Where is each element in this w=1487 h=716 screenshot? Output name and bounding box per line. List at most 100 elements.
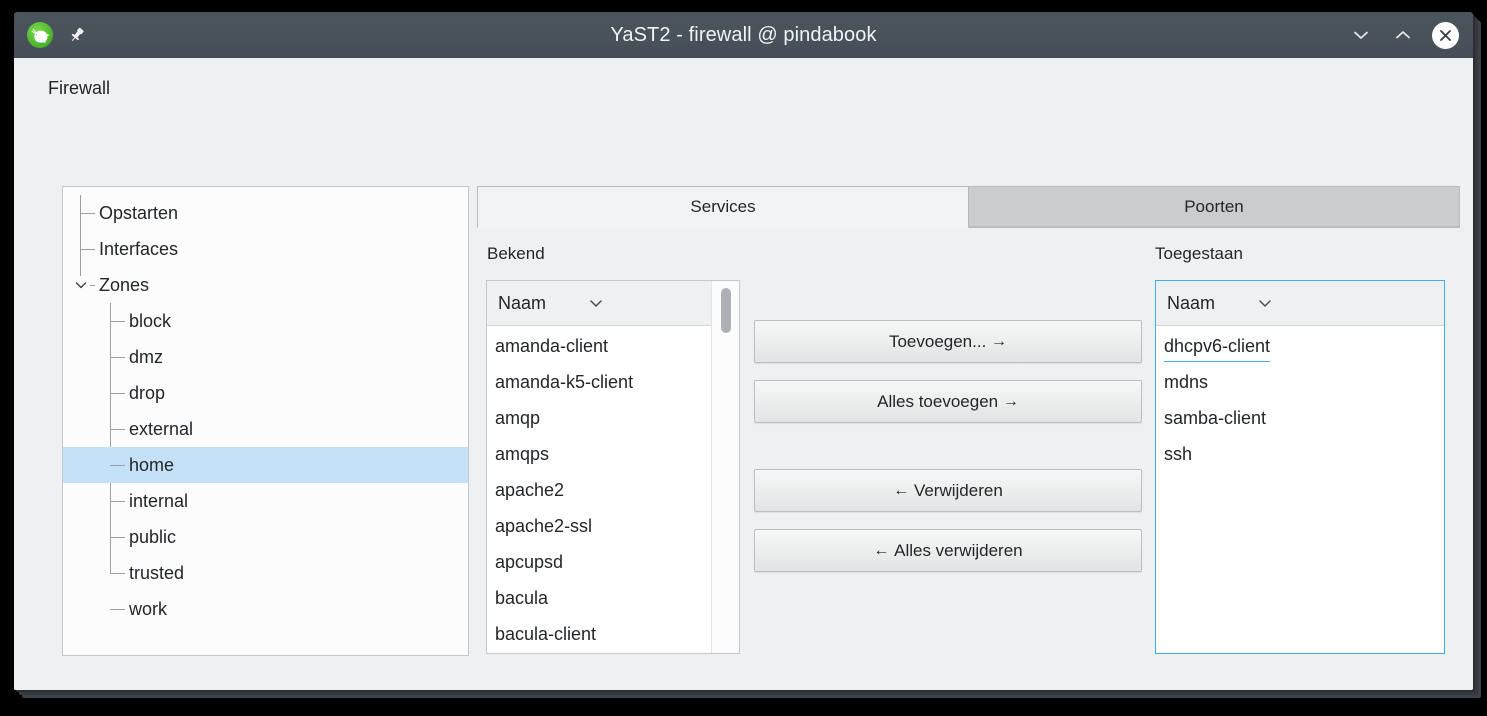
pin-icon[interactable] [67,25,87,45]
arrow-left-icon: ← [873,541,890,559]
service-name: bacula-client [495,623,597,644]
tab-label: Poorten [1184,197,1244,216]
service-name: mdns [1164,371,1209,392]
tree-item-label: work [129,598,168,619]
service-name: apache2-ssl [495,515,593,536]
list-item[interactable]: amanda-k5-client [487,364,711,400]
arrow-right-icon: → [1002,392,1019,410]
service-name: amanda-k5-client [495,371,634,392]
service-name: apcupsd [495,551,564,572]
tree-item-label: Interfaces [99,238,179,259]
list-item[interactable]: bacula-client [487,616,711,652]
allowed-services-list[interactable]: Naam dhcpv6-client mdns samba-client ssh [1155,280,1445,654]
tab-label: Services [690,197,756,216]
allowed-list-rows: dhcpv6-client mdns samba-client ssh [1156,326,1444,653]
service-name: amqp [495,407,541,428]
tree-item-label: external [129,418,194,439]
tree-item-label: internal [129,490,189,511]
tree-item-label: Opstarten [99,202,179,223]
tree-item-label: trusted [129,562,185,583]
service-name: samba-client [1164,407,1267,428]
tree-item-drop[interactable]: drop [63,375,468,411]
tab-poorten[interactable]: Poorten [969,186,1460,228]
close-button[interactable] [1432,21,1459,49]
add-all-button-label: Alles toevoegen [877,391,999,411]
service-name: bacula [495,587,549,608]
scrollbar-thumb[interactable] [721,288,731,333]
list-item[interactable]: apache2 [487,472,711,508]
allowed-services-label: Toegestaan [1155,244,1243,263]
tree-item-label: public [129,526,177,547]
remove-all-button[interactable]: ← Alles verwijderen [754,529,1142,572]
service-name: apache2 [495,479,565,500]
window-body: Firewall Opstarten Interfaces Zones bloc… [14,58,1473,690]
add-button[interactable]: Toevoegen... → [754,320,1142,363]
tree-item-block[interactable]: block [63,303,468,339]
chevron-down-icon[interactable] [588,295,604,311]
list-item[interactable]: apache2-ssl [487,508,711,544]
remove-button-label: Verwijderen [913,480,1003,500]
maximize-button[interactable] [1390,22,1416,48]
service-name: dhcpv6-client [1164,335,1271,362]
chevron-down-icon[interactable] [1257,295,1273,311]
tree-item-interfaces[interactable]: Interfaces [63,231,468,267]
tree-item-zones[interactable]: Zones [63,267,468,303]
list-item[interactable]: mdns [1156,364,1444,400]
list-item[interactable]: dhcpv6-client [1156,328,1444,364]
minimize-button[interactable] [1348,22,1374,48]
remove-button[interactable]: ← Verwijderen [754,469,1142,512]
tree-item-public[interactable]: public [63,519,468,555]
known-services-list[interactable]: Naam amanda-client amanda-k5-client amqp… [486,280,740,654]
list-item[interactable]: samba-client [1156,400,1444,436]
tree-item-label: Zones [99,274,150,295]
tree-item-label: dmz [129,346,164,367]
window-title: YaST2 - firewall @ pindabook [610,23,877,46]
known-list-scrollbar[interactable] [711,281,739,653]
tree-item-external[interactable]: external [63,411,468,447]
titlebar-left-icons [14,22,87,48]
service-name: ssh [1164,443,1193,464]
tree-item-label: drop [129,382,166,403]
column-header-label: Naam [498,292,547,313]
tree-list: Opstarten Interfaces Zones block dmz dro… [63,187,468,627]
add-button-label: Toevoegen... [888,331,987,351]
chevron-down-icon [1354,31,1368,39]
list-item[interactable]: bacula [487,580,711,616]
list-item[interactable]: ssh [1156,436,1444,472]
tree-item-home[interactable]: home [63,447,468,483]
page-title: Firewall [48,78,111,98]
list-item[interactable]: amqps [487,436,711,472]
allowed-column-header-naam[interactable]: Naam [1156,281,1444,326]
chevron-down-icon[interactable] [72,276,90,294]
arrow-right-icon: → [991,332,1008,350]
tree-item-work[interactable]: work [63,591,468,627]
tab-bar: Services Poorten [477,186,1460,228]
window-controls [1348,21,1473,49]
known-services-label: Bekend [487,244,545,263]
remove-all-button-label: Alles verwijderen [894,540,1023,560]
known-list-rows: amanda-client amanda-k5-client amqp amqp… [487,326,711,653]
tab-services[interactable]: Services [477,186,969,228]
opensuse-chameleon-icon [27,22,53,48]
service-name: amqps [495,443,550,464]
add-all-button[interactable]: Alles toevoegen → [754,380,1142,423]
known-column-header-naam[interactable]: Naam [487,281,711,326]
allowed-list-main: Naam dhcpv6-client mdns samba-client ssh [1156,281,1444,653]
tree-item-internal[interactable]: internal [63,483,468,519]
list-item[interactable]: amanda-client [487,328,711,364]
tree-item-label: home [129,454,175,475]
service-name: amanda-client [495,335,609,356]
navigation-tree[interactable]: Opstarten Interfaces Zones block dmz dro… [62,186,469,656]
tree-item-label: block [129,310,172,331]
list-item[interactable]: amqp [487,400,711,436]
list-item[interactable]: apcupsd [487,544,711,580]
tree-item-opstarten[interactable]: Opstarten [63,195,468,231]
tree-item-trusted[interactable]: trusted [63,555,468,591]
known-list-main: Naam amanda-client amanda-k5-client amqp… [487,281,711,653]
chevron-up-icon [1396,31,1410,39]
tree-item-dmz[interactable]: dmz [63,339,468,375]
column-header-label: Naam [1167,292,1216,313]
close-icon [1440,29,1451,41]
window-titlebar: YaST2 - firewall @ pindabook [14,12,1473,58]
yast-firewall-window: YaST2 - firewall @ pindabook Firewall Op… [14,12,1473,690]
